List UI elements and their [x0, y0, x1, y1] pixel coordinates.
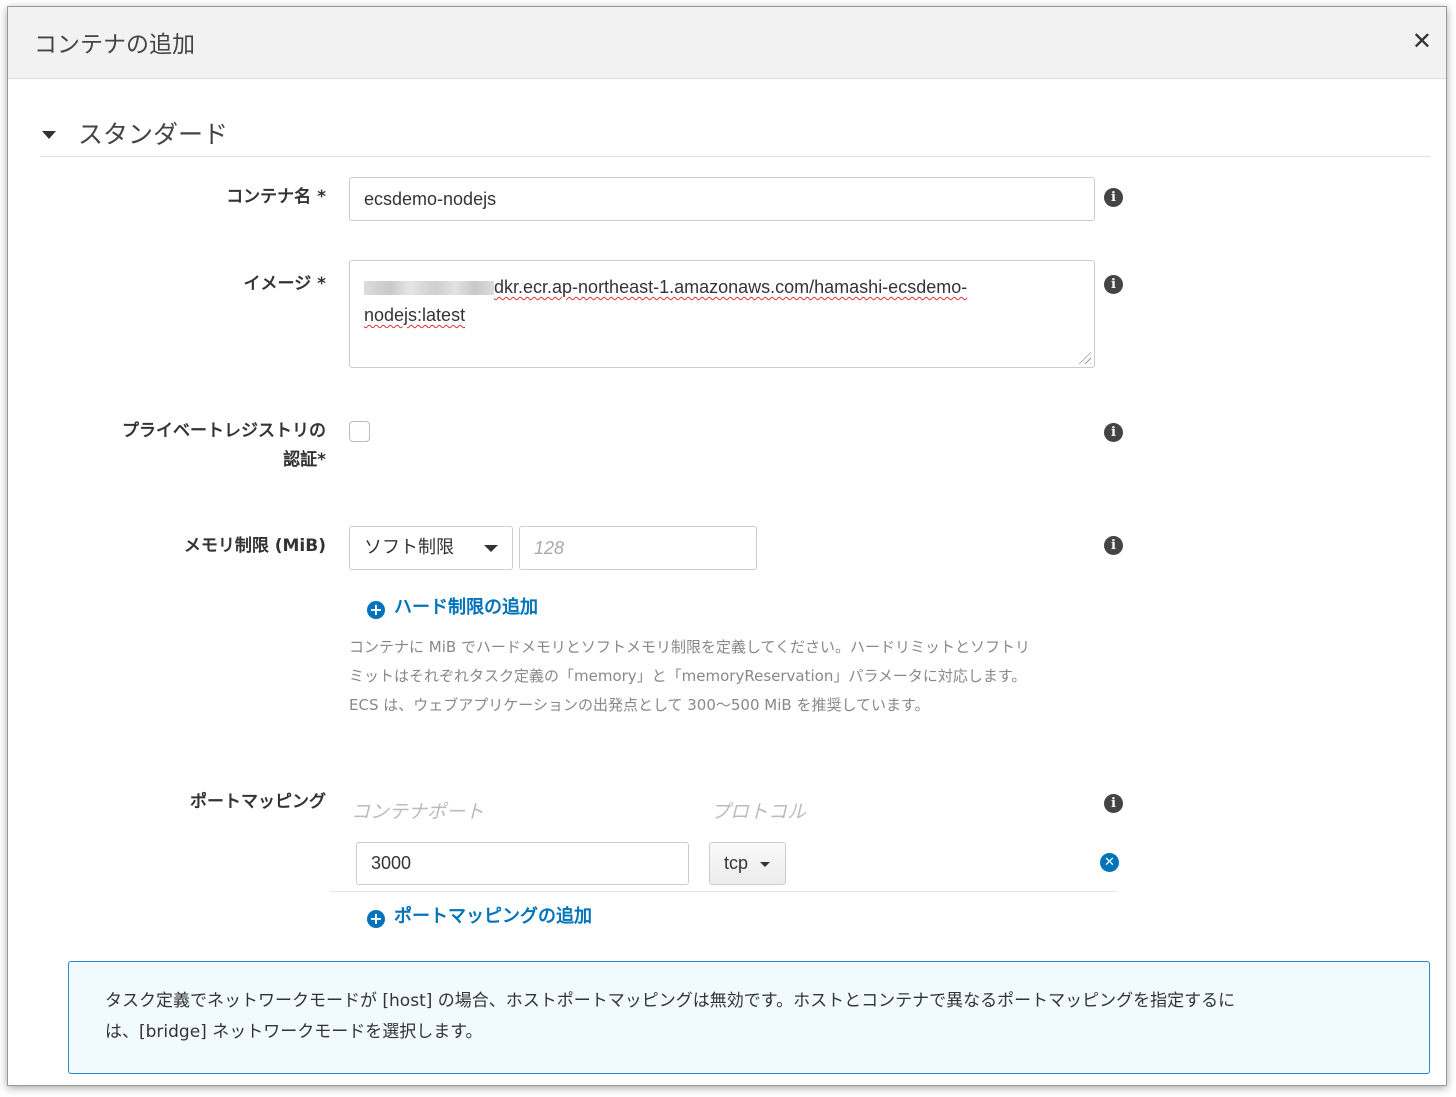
- info-circle-icon[interactable]: i: [1104, 536, 1123, 555]
- info-circle-icon[interactable]: i: [1104, 794, 1123, 813]
- plus-circle-icon: +: [367, 601, 385, 619]
- dialog-title: コンテナの追加: [34, 32, 195, 58]
- plus-circle-icon: +: [367, 910, 385, 928]
- private-registry-checkbox[interactable]: [349, 421, 370, 442]
- row-divider: [330, 891, 1116, 892]
- image-textarea[interactable]: dkr.ecr.ap-northeast-1.amazonaws.com/ham…: [349, 260, 1095, 368]
- network-mode-notice: タスク定義でネットワークモードが [host] の場合、ホストポートマッピングは…: [68, 961, 1430, 1074]
- image-value-line1: dkr.ecr.ap-northeast-1.amazonaws.com/ham…: [364, 273, 1080, 301]
- protocol-column-header: プロトコル: [711, 801, 807, 823]
- private-registry-label: プライベートレジストリの 認証*: [122, 421, 326, 470]
- image-value-line2: nodejs:latest: [364, 305, 466, 325]
- port-mapping-label: ポートマッピング: [190, 792, 326, 812]
- protocol-value: tcp: [724, 853, 749, 873]
- memory-limit-type-value: ソフト制限: [364, 537, 454, 558]
- info-circle-icon[interactable]: i: [1104, 275, 1123, 294]
- add-container-dialog: コンテナの追加 ✕ スタンダード コンテナ名 * i イメージ * dkr.ec…: [7, 6, 1447, 1086]
- redacted-account-id: [364, 281, 494, 296]
- add-hard-limit-link[interactable]: + ハード制限の追加: [367, 593, 538, 619]
- memory-limit-type-select[interactable]: ソフト制限: [349, 526, 513, 570]
- container-port-input[interactable]: [356, 842, 689, 885]
- memory-limit-label: メモリ制限 (MiB): [183, 536, 326, 556]
- info-circle-icon[interactable]: i: [1104, 423, 1123, 442]
- close-icon[interactable]: ✕: [1412, 29, 1432, 53]
- info-circle-icon[interactable]: i: [1104, 188, 1123, 207]
- remove-circle-icon[interactable]: ✕: [1100, 853, 1119, 872]
- protocol-dropdown[interactable]: tcp: [709, 842, 786, 885]
- dialog-header: コンテナの追加 ✕: [8, 7, 1446, 79]
- add-port-mapping-link[interactable]: + ポートマッピングの追加: [367, 902, 592, 928]
- chevron-down-icon: [484, 545, 498, 552]
- memory-limit-input[interactable]: [519, 526, 757, 570]
- memory-help-text: コンテナに MiB でハードメモリとソフトメモリ制限を定義してください。ハードリ…: [349, 638, 1031, 714]
- section-divider: [40, 156, 1430, 157]
- container-port-column-header: コンテナポート: [351, 801, 485, 823]
- container-name-input[interactable]: [349, 177, 1095, 221]
- caret-down-icon: [760, 862, 770, 867]
- image-label: イメージ *: [243, 274, 326, 294]
- container-name-label: コンテナ名 *: [226, 187, 326, 207]
- resize-handle[interactable]: [1077, 350, 1091, 364]
- section-title: スタンダード: [78, 120, 229, 149]
- caret-down-icon: [42, 131, 56, 139]
